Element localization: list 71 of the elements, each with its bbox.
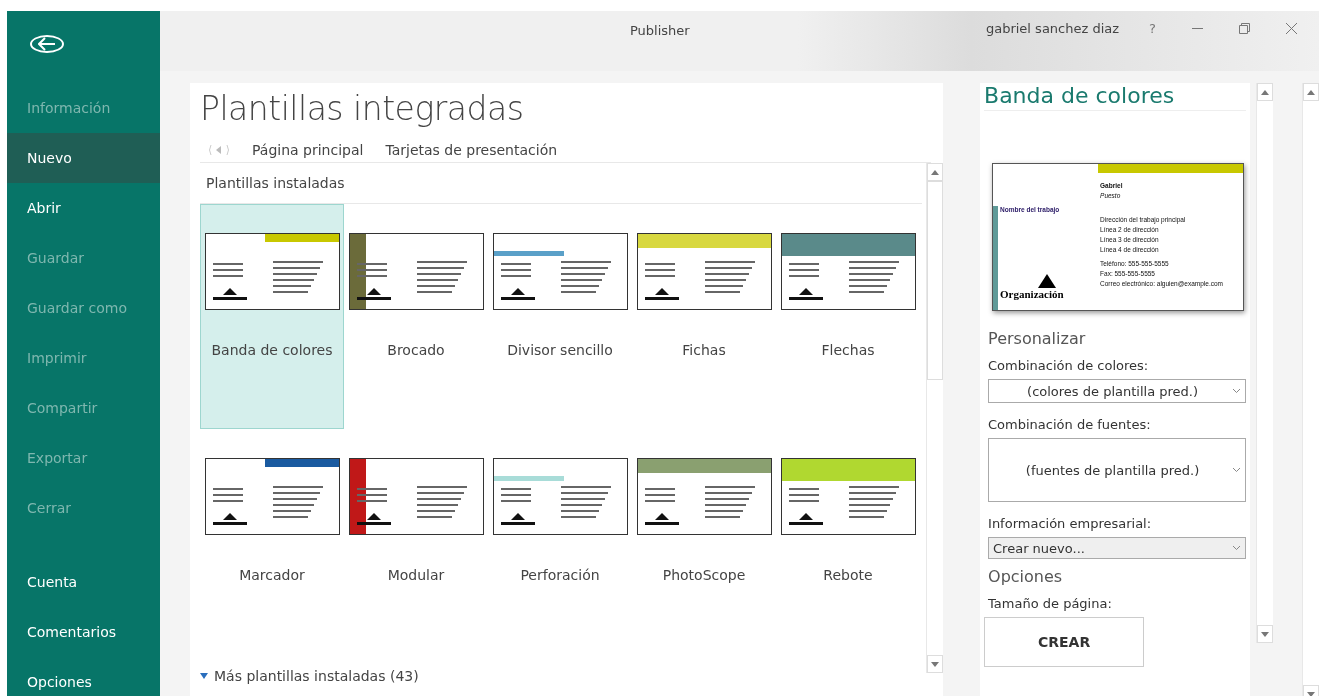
back-button[interactable] — [30, 35, 64, 53]
scroll-up-icon — [1260, 89, 1269, 95]
template-name: Fichas — [682, 342, 726, 358]
sidebar-item[interactable]: Cuenta — [7, 557, 160, 607]
create-button[interactable]: CREAR — [984, 617, 1145, 667]
triangle-down-icon — [200, 673, 208, 679]
template-tile[interactable]: Flechas — [776, 204, 920, 429]
scrollbar-thumb[interactable] — [926, 181, 943, 380]
logo-icon — [1038, 274, 1057, 288]
back-arrow-icon — [38, 37, 56, 51]
field-label: Tamaño de página: — [988, 596, 1113, 611]
close-icon — [1286, 23, 1297, 34]
template-name: Rebote — [823, 567, 873, 583]
sidebar-item[interactable]: Comentarios — [7, 607, 160, 657]
template-name: Perforación — [520, 567, 600, 583]
restore-icon — [1239, 23, 1250, 34]
options-heading: Opciones — [988, 567, 1064, 586]
sidebar-item[interactable]: Opciones — [7, 657, 160, 696]
field-label: Combinación de colores: — [988, 358, 1150, 373]
template-name: Modular — [387, 567, 445, 583]
template-name: Flechas — [821, 342, 875, 358]
help-button[interactable]: ? — [1143, 21, 1162, 36]
template-name: PhotoScope — [662, 567, 746, 583]
scrollbar[interactable] — [1255, 83, 1273, 643]
scroll-up-button[interactable] — [1256, 83, 1273, 101]
template-tile[interactable]: Rebote — [776, 429, 920, 654]
scroll-up-button[interactable] — [926, 163, 943, 181]
template-name: Banda de colores — [211, 342, 333, 358]
template-name: Divisor sencillo — [507, 342, 613, 358]
customize-heading: Personalizar — [988, 329, 1087, 348]
scroll-up-icon — [930, 169, 939, 175]
chevron-down-icon — [1232, 467, 1242, 473]
scroll-down-icon — [1260, 631, 1269, 637]
template-tile[interactable]: Banda de colores — [200, 204, 344, 429]
template-name: Brocado — [387, 342, 445, 358]
more-templates-label: Más plantillas instaladas (43) — [214, 668, 419, 684]
field-label: Información empresarial: — [988, 516, 1153, 531]
breadcrumb-link[interactable]: Tarjetas de presentación — [385, 142, 558, 158]
scroll-up-icon — [1307, 89, 1315, 95]
template-tile[interactable]: Modular — [344, 429, 488, 654]
minimize-icon — [1192, 28, 1203, 29]
field-label: Combinación de fuentes: — [988, 417, 1152, 432]
user-name: gabriel sanchez diaz — [985, 21, 1120, 36]
color-scheme-dropdown[interactable]: (colores de plantilla pred.) — [988, 379, 1247, 403]
template-tile[interactable]: Divisor sencillo — [488, 204, 632, 429]
scrollbar[interactable] — [1302, 83, 1319, 696]
scroll-down-icon — [1307, 691, 1315, 696]
template-tile[interactable]: Marcador — [200, 429, 344, 654]
scroll-down-button[interactable] — [1256, 625, 1273, 643]
chevron-down-icon — [1232, 388, 1242, 394]
scrollbar[interactable] — [925, 163, 943, 673]
chevron-down-icon — [1232, 545, 1242, 551]
sidebar-item[interactable]: Nuevo — [7, 133, 160, 183]
template-tile[interactable]: Brocado — [344, 204, 488, 429]
template-tile[interactable]: Perforación — [488, 429, 632, 654]
template-name: Marcador — [239, 567, 305, 583]
business-info-dropdown[interactable]: Crear nuevo... — [988, 537, 1247, 559]
back-arrow-icon — [208, 145, 230, 155]
font-scheme-dropdown[interactable]: (fuentes de plantilla pred.) — [988, 438, 1247, 502]
more-templates-link[interactable]: Más plantillas instaladas (43) — [200, 668, 926, 684]
template-tile[interactable]: Fichas — [632, 204, 776, 429]
page-title: Plantillas integradas — [200, 89, 525, 128]
scroll-down-icon — [930, 661, 939, 667]
sidebar-item[interactable]: Abrir — [7, 183, 160, 233]
preview-organization: Organización — [1000, 288, 1064, 300]
template-title: Banda de colores — [984, 83, 1247, 111]
scroll-down-button[interactable] — [926, 655, 943, 673]
window-title: Publisher — [630, 23, 690, 38]
scroll-up-button[interactable] — [1303, 83, 1319, 101]
breadcrumb-link[interactable]: Página principal — [252, 142, 364, 158]
template-tile[interactable]: PhotoScope — [632, 429, 776, 654]
